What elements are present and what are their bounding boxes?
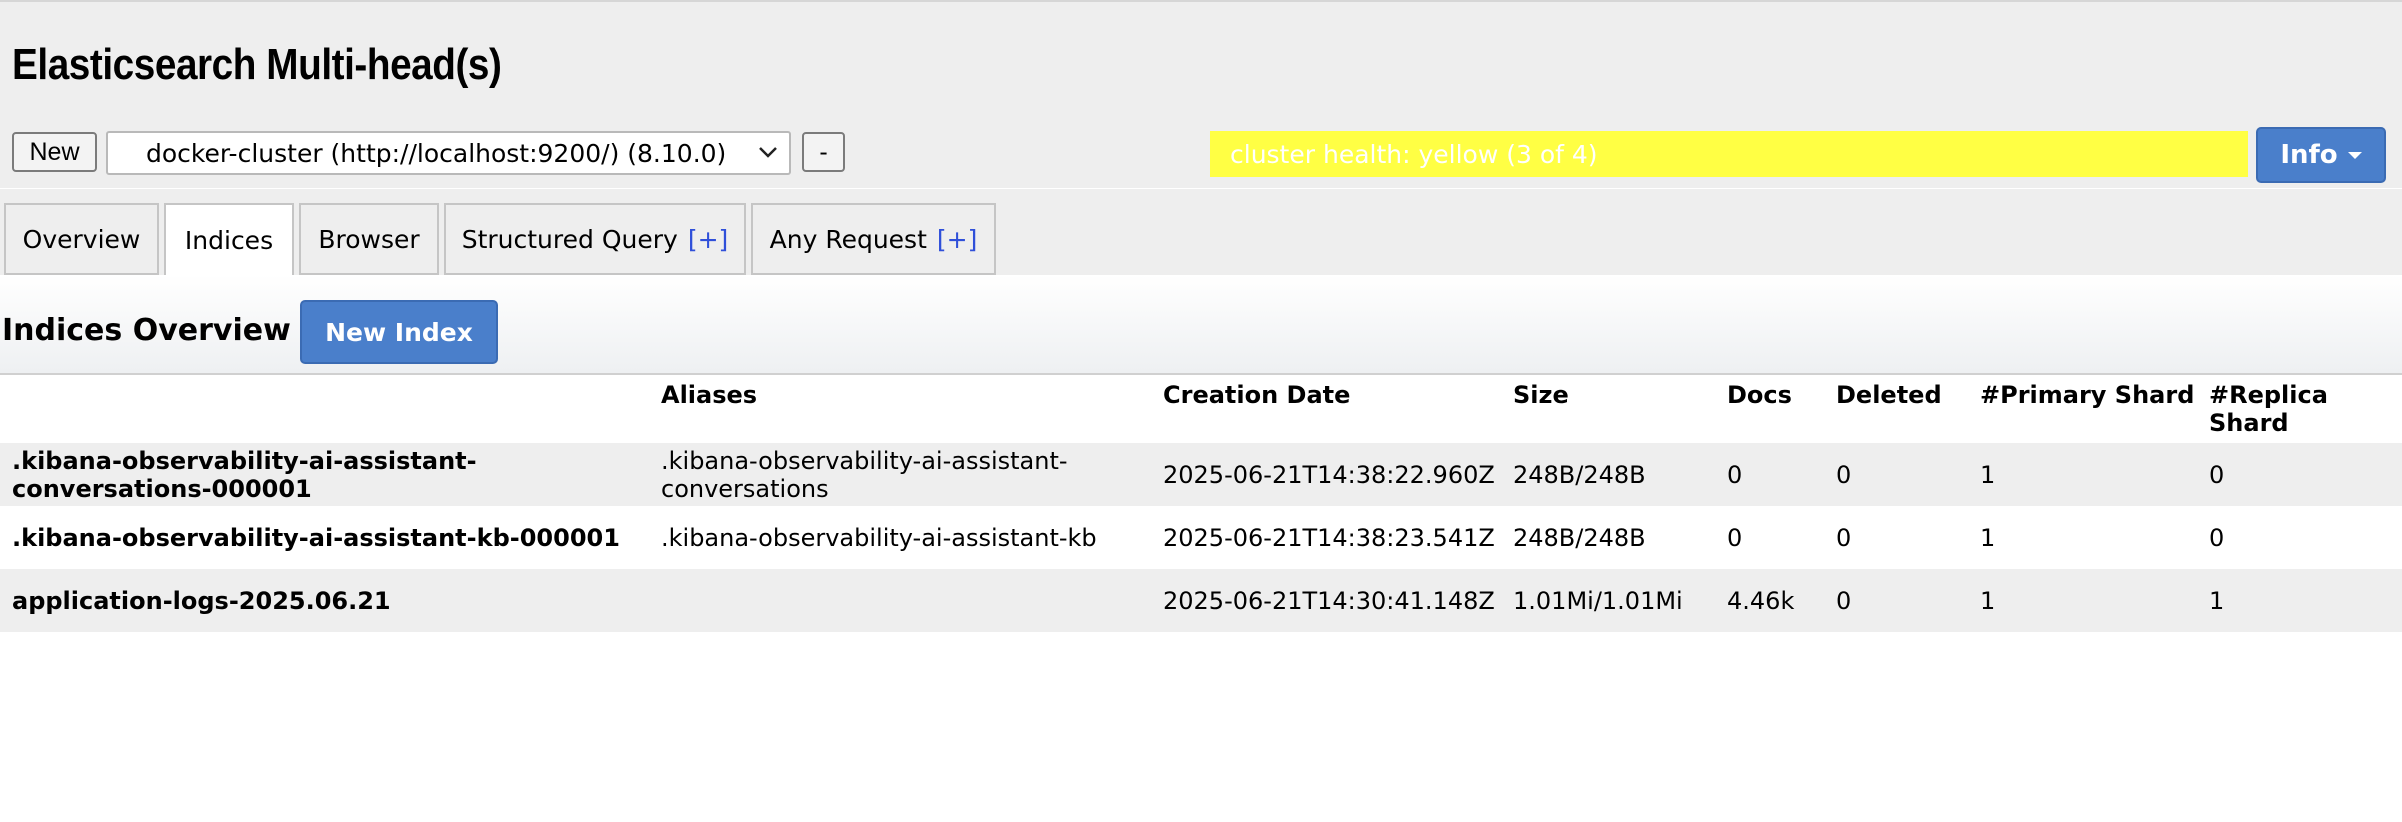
column-header-docs[interactable]: Docs xyxy=(1715,377,1824,443)
tab-overview[interactable]: Overview xyxy=(4,203,159,275)
index-deleted: 0 xyxy=(1824,506,1968,569)
tab-indices[interactable]: Indices xyxy=(164,203,294,276)
index-name[interactable]: .kibana-observability-ai-assistant-conve… xyxy=(0,443,649,506)
index-docs: 0 xyxy=(1715,506,1824,569)
new-connection-button[interactable]: New xyxy=(12,132,97,172)
indices-table: Aliases Creation Date Size Docs Deleted … xyxy=(0,377,2402,632)
tab-browser[interactable]: Browser xyxy=(299,203,439,275)
tab-label: Browser xyxy=(318,224,420,254)
tab-label: Indices xyxy=(184,226,274,255)
info-button-label: Info xyxy=(2280,140,2338,170)
index-primary-shards: 1 xyxy=(1968,569,2197,632)
table-row[interactable]: application-logs-2025.06.21 2025-06-21T1… xyxy=(0,569,2402,632)
index-replica-shards: 0 xyxy=(2197,443,2402,506)
column-header-creation-date[interactable]: Creation Date xyxy=(1151,377,1501,443)
tab-label: Structured Query xyxy=(461,224,678,254)
top-bar: Elasticsearch Multi-head(s) New docker-c… xyxy=(0,0,2402,191)
index-size: 248B/248B xyxy=(1501,443,1715,506)
indices-header: Indices Overview New Index xyxy=(0,275,2402,375)
index-docs: 0 xyxy=(1715,443,1824,506)
cluster-health-status: cluster health: yellow (3 of 4) xyxy=(1210,131,2248,177)
index-creation-date: 2025-06-21T14:38:22.960Z xyxy=(1151,443,1501,506)
index-deleted: 0 xyxy=(1824,443,1968,506)
index-aliases xyxy=(649,569,1151,632)
chevron-down-icon xyxy=(759,147,777,158)
info-menu-button[interactable]: Info xyxy=(2256,127,2386,183)
remove-connection-button[interactable]: - xyxy=(802,132,845,172)
index-aliases: .kibana-observability-ai-assistant-kb xyxy=(649,506,1151,569)
index-aliases: .kibana-observability-ai-assistant-conve… xyxy=(649,443,1151,506)
column-header-replica-shard[interactable]: #Replica Shard xyxy=(2197,377,2402,443)
caret-down-icon xyxy=(2347,151,2362,159)
index-primary-shards: 1 xyxy=(1968,443,2197,506)
index-creation-date: 2025-06-21T14:38:23.541Z xyxy=(1151,506,1501,569)
table-row[interactable]: .kibana-observability-ai-assistant-kb-00… xyxy=(0,506,2402,569)
tab-label: Overview xyxy=(22,224,141,254)
page-title: Indices Overview xyxy=(2,313,291,348)
tab-plus-link[interactable]: [+] xyxy=(688,225,728,254)
index-name[interactable]: application-logs-2025.06.21 xyxy=(0,569,649,632)
tab-label: Any Request xyxy=(769,224,927,254)
tab-bar: Overview Indices Browser Structured Quer… xyxy=(0,189,2402,276)
tab-any-request[interactable]: Any Request [+] xyxy=(751,203,996,275)
index-deleted: 0 xyxy=(1824,569,1968,632)
cluster-select[interactable]: docker-cluster (http://localhost:9200/) … xyxy=(106,131,791,175)
table-header-row: Aliases Creation Date Size Docs Deleted … xyxy=(0,377,2402,443)
index-docs: 4.46k xyxy=(1715,569,1824,632)
index-size: 1.01Mi/1.01Mi xyxy=(1501,569,1715,632)
column-header-deleted[interactable]: Deleted xyxy=(1824,377,1968,443)
tab-plus-link[interactable]: [+] xyxy=(937,225,977,254)
index-primary-shards: 1 xyxy=(1968,506,2197,569)
cluster-select-value: docker-cluster (http://localhost:9200/) … xyxy=(146,138,727,168)
index-size: 248B/248B xyxy=(1501,506,1715,569)
tab-structured-query[interactable]: Structured Query [+] xyxy=(444,203,746,275)
app-title: Elasticsearch Multi-head(s) xyxy=(12,40,502,89)
index-creation-date: 2025-06-21T14:30:41.148Z xyxy=(1151,569,1501,632)
column-header-name xyxy=(0,377,649,443)
index-name[interactable]: .kibana-observability-ai-assistant-kb-00… xyxy=(0,506,649,569)
index-replica-shards: 0 xyxy=(2197,506,2402,569)
new-index-button[interactable]: New Index xyxy=(300,300,498,364)
table-row[interactable]: .kibana-observability-ai-assistant-conve… xyxy=(0,443,2402,506)
column-header-aliases[interactable]: Aliases xyxy=(649,377,1151,443)
column-header-size[interactable]: Size xyxy=(1501,377,1715,443)
index-replica-shards: 1 xyxy=(2197,569,2402,632)
column-header-primary-shard[interactable]: #Primary Shard xyxy=(1968,377,2197,443)
